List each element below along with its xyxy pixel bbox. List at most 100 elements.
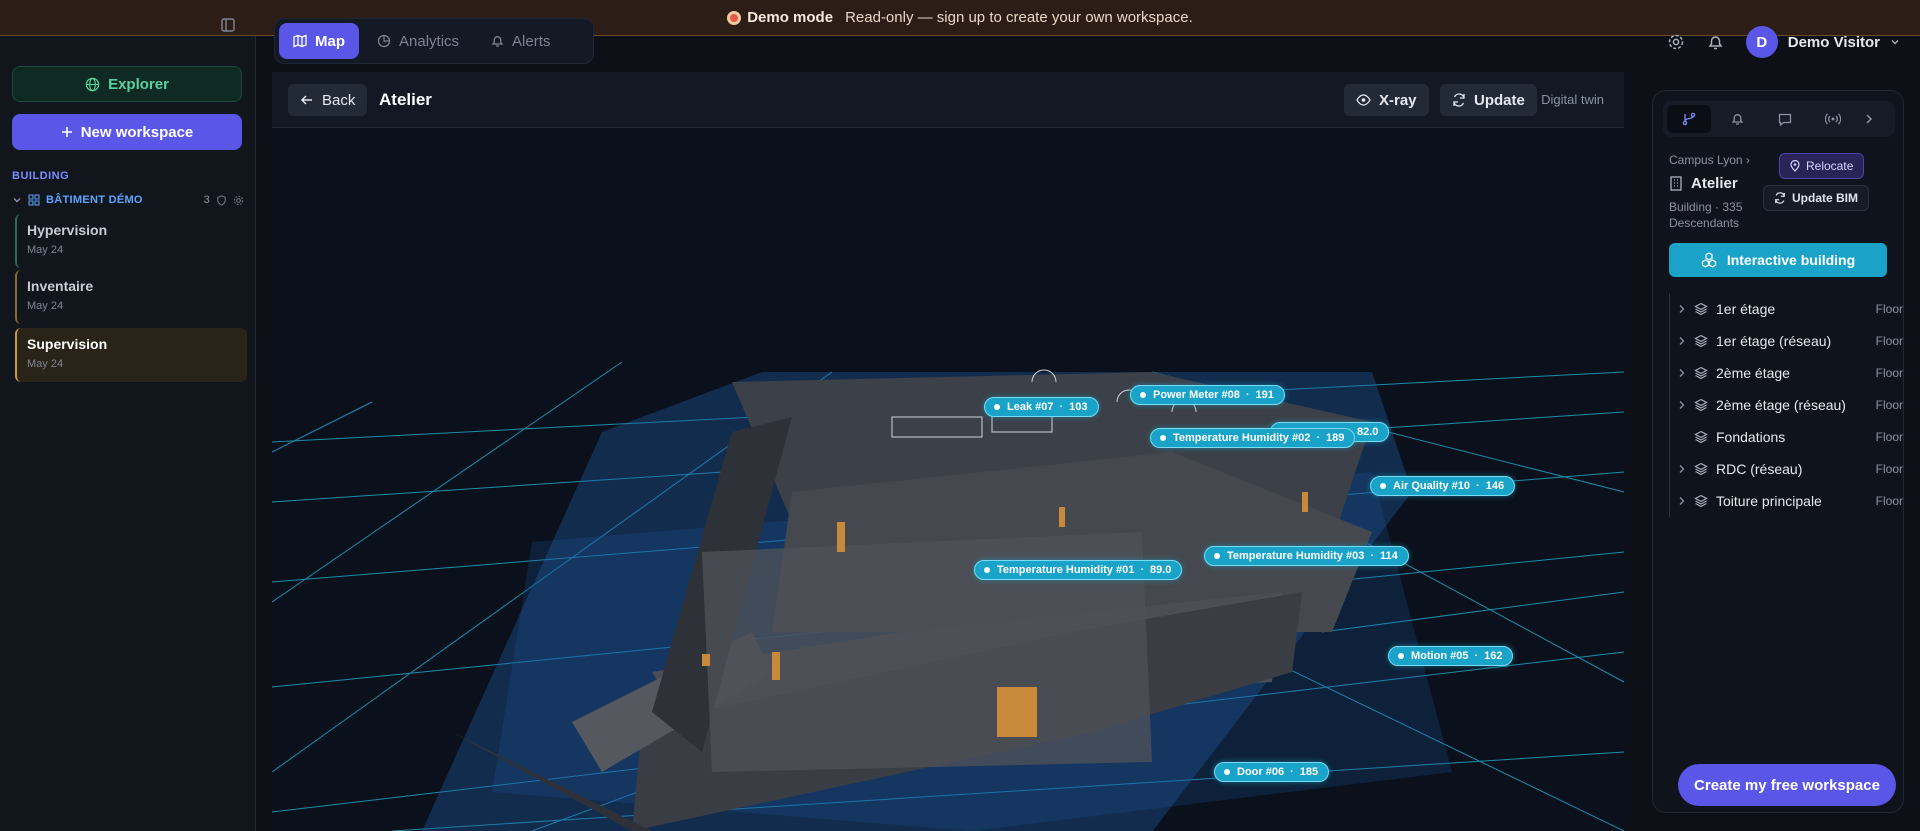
floor-type: Floor: [1875, 334, 1903, 348]
building-3d-viewport[interactable]: Back Atelier X-ray Update Digital twin L…: [272, 72, 1624, 831]
layers-icon: [1694, 430, 1716, 444]
sensor-value: 185: [1299, 766, 1319, 778]
tab-label: Map: [315, 32, 345, 50]
workspace-item-supervision[interactable]: Supervision May 24: [15, 328, 247, 382]
refresh-icon: [1452, 93, 1466, 107]
building-3d-scene: [272, 361, 1624, 831]
workspace-title: Inventaire: [27, 278, 94, 294]
avatar: D: [1745, 26, 1778, 58]
create-workspace-button[interactable]: Create my free workspace: [1678, 764, 1896, 806]
gear-icon[interactable]: [233, 195, 244, 206]
top-bar: Map Analytics Alerts D Demo Visitor: [256, 18, 1920, 74]
sensor-name: Temperature Humidity #02: [1173, 432, 1311, 444]
tab-alerts[interactable]: [1715, 105, 1759, 133]
workspace-title: Supervision: [27, 336, 108, 352]
map-pin-icon: [1790, 160, 1800, 172]
sensor-value: 114: [1380, 550, 1398, 562]
sensor-label-leak-07[interactable]: Leak #07 · 103: [984, 397, 1099, 417]
breadcrumb-campus[interactable]: Campus Lyon: [1669, 153, 1743, 167]
tab-hierarchy[interactable]: [1667, 105, 1711, 133]
floor-name: 1er étage: [1716, 301, 1776, 317]
workspace-item-hypervision[interactable]: Hypervision May 24: [15, 214, 247, 268]
chevron-right-icon[interactable]: [1678, 368, 1694, 378]
xray-button[interactable]: X-ray: [1344, 84, 1429, 116]
floor-name: Fondations: [1716, 429, 1786, 445]
sensor-label-air-quality-10[interactable]: Air Quality #10 · 146: [1370, 476, 1516, 496]
tab-map[interactable]: Map: [279, 23, 359, 59]
floor-item[interactable]: 2ème étage (réseau) Floor: [1670, 389, 1903, 421]
tab-alerts[interactable]: Alerts: [477, 23, 564, 59]
grid-icon: [28, 194, 40, 206]
settings-icon[interactable]: [1667, 33, 1685, 51]
chevron-down-icon[interactable]: [12, 195, 22, 205]
sensor-label-motion-05[interactable]: Motion #05 · 162: [1388, 646, 1514, 666]
floor-type: Floor: [1875, 462, 1903, 476]
pie-chart-icon: [377, 34, 391, 48]
eye-icon: [1356, 94, 1371, 106]
workspace-date: May 24: [27, 244, 64, 256]
shield-icon[interactable]: [216, 194, 227, 206]
tree-root-count: 3: [203, 194, 210, 206]
notifications-bell-icon[interactable]: [1707, 33, 1724, 51]
refresh-icon: [1774, 192, 1786, 204]
layers-icon: [1694, 494, 1716, 508]
sensor-value: 82.0: [1357, 426, 1379, 438]
chevron-right-icon: [1864, 113, 1874, 125]
chevron-right-icon[interactable]: [1678, 400, 1694, 410]
floor-name: Toiture principale: [1716, 493, 1822, 509]
globe-icon: [85, 77, 100, 92]
explorer-button[interactable]: Explorer: [12, 66, 242, 102]
layers-icon: [1694, 366, 1716, 380]
building-meta: Building · 335 Descendants: [1669, 200, 1743, 230]
tab-comments[interactable]: [1763, 105, 1807, 133]
chevron-right-icon[interactable]: [1678, 304, 1694, 314]
update-bim-button[interactable]: Update BIM: [1763, 185, 1869, 211]
sensor-label-power-meter-08[interactable]: Power Meter #08 · 191: [1130, 385, 1285, 405]
floor-item[interactable]: Toiture principale Floor: [1670, 485, 1903, 517]
bell-icon: [491, 34, 504, 48]
floor-item[interactable]: RDC (réseau) Floor: [1670, 453, 1903, 485]
floor-item[interactable]: 1er étage (réseau) Floor: [1670, 325, 1903, 357]
workspace-date: May 24: [27, 358, 64, 370]
sensor-value: 103: [1069, 401, 1088, 413]
chevron-right-icon[interactable]: [1678, 496, 1694, 506]
sensor-label-temperature-humidity-02[interactable]: Temperature Humidity #02 · 189: [1150, 428, 1356, 448]
breadcrumb[interactable]: Campus Lyon ›: [1669, 153, 1750, 167]
floor-type: Floor: [1875, 366, 1903, 380]
workspace-date: May 24: [27, 300, 64, 312]
viewport-header: Back Atelier X-ray Update Digital twin: [272, 72, 1624, 128]
sensor-label-door-06[interactable]: Door #06 · 185: [1214, 762, 1330, 782]
sensor-value: 162: [1484, 650, 1503, 662]
section-label: BUILDING: [12, 170, 70, 182]
floor-item[interactable]: 2ème étage Floor: [1670, 357, 1903, 389]
banner-message: Read-only — sign up to create your own w…: [845, 9, 1193, 26]
sensor-label-temperature-humidity-01[interactable]: Temperature Humidity #01 · 89.0: [974, 560, 1183, 580]
plus-icon: [61, 126, 73, 138]
tab-sensors[interactable]: [1811, 105, 1855, 133]
chevron-right-icon[interactable]: [1678, 464, 1694, 474]
details-panel: Campus Lyon › Relocate Atelier Update BI…: [1652, 90, 1904, 813]
floor-list: 1er étage Floor 1er étage (réseau) Floor 2…: [1669, 293, 1903, 517]
sensor-name: Leak #07: [1007, 401, 1054, 413]
panel-next-button[interactable]: [1859, 105, 1879, 133]
floor-item[interactable]: 1er étage Floor: [1670, 293, 1903, 325]
chevron-right-icon[interactable]: [1678, 336, 1694, 346]
workspace-title: Hypervision: [27, 222, 108, 238]
new-workspace-button[interactable]: New workspace: [12, 114, 242, 150]
cubes-icon: [1701, 252, 1717, 268]
sensor-label-temperature-humidity-03[interactable]: Temperature Humidity #03 · 114: [1204, 546, 1409, 566]
tab-analytics[interactable]: Analytics: [363, 23, 473, 59]
floor-item[interactable]: Fondations Floor: [1670, 421, 1903, 453]
building-tree-root[interactable]: BÂTIMENT DÉMO 3: [12, 191, 244, 209]
back-button[interactable]: Back: [288, 84, 368, 116]
sidebar: Explorer New workspace BUILDING BÂTIMENT…: [0, 18, 256, 831]
collapse-sidebar-icon[interactable]: [221, 18, 235, 32]
interactive-building-button[interactable]: Interactive building: [1669, 243, 1887, 277]
user-menu[interactable]: D Demo Visitor: [1745, 26, 1900, 58]
broadcast-icon: [1825, 112, 1841, 126]
relocate-button[interactable]: Relocate: [1779, 153, 1865, 179]
floor-type: Floor: [1875, 430, 1903, 444]
update-button[interactable]: Update: [1440, 84, 1537, 116]
workspace-item-inventaire[interactable]: Inventaire May 24: [15, 270, 247, 324]
floor-name: 2ème étage (réseau): [1716, 397, 1846, 413]
